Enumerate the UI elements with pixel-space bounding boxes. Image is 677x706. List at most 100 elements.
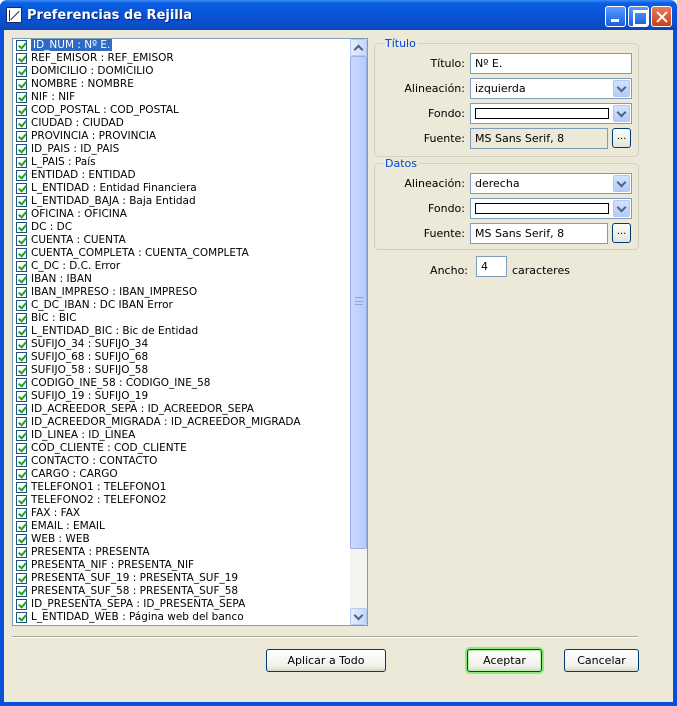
close-button[interactable] [651,6,672,27]
checkbox-checked-icon[interactable] [16,170,27,181]
checkbox-checked-icon[interactable] [16,599,27,610]
titulo-fuente-browse-button[interactable]: ... [612,128,631,148]
list-item[interactable]: TELEFONO2 : TELEFONO2 [13,494,350,507]
checkbox-checked-icon[interactable] [16,365,27,376]
list-item[interactable]: L_ENTIDAD : Entidad Financiera [13,182,350,195]
list-item[interactable]: TELEFONO1 : TELEFONO1 [13,481,350,494]
checkbox-checked-icon[interactable] [16,66,27,77]
list-item[interactable]: PRESENTA_SUF_58 : PRESENTA_SUF_58 [13,585,350,598]
list-item[interactable]: ID_PRESENTA_SEPA : ID_PRESENTA_SEPA [13,598,350,611]
list-item[interactable]: OFICINA : OFICINA [13,208,350,221]
list-item[interactable]: PRESENTA : PRESENTA [13,546,350,559]
list-item[interactable]: PRESENTA_SUF_19 : PRESENTA_SUF_19 [13,572,350,585]
list-item[interactable]: NIF : NIF [13,91,350,104]
list-item[interactable]: FAX : FAX [13,507,350,520]
list-item[interactable]: REF_EMISOR : REF_EMISOR [13,52,350,65]
list-item[interactable]: IBAN_IMPRESO : IBAN_IMPRESO [13,286,350,299]
minimize-button[interactable] [605,6,626,27]
checkbox-checked-icon[interactable] [16,560,27,571]
list-item[interactable]: SUFIJO_68 : SUFIJO_68 [13,351,350,364]
checkbox-checked-icon[interactable] [16,92,27,103]
checkbox-checked-icon[interactable] [16,495,27,506]
scroll-thumb[interactable] [350,56,367,549]
list-item[interactable]: IBAN : IBAN [13,273,350,286]
checkbox-checked-icon[interactable] [16,300,27,311]
chevron-down-icon[interactable] [613,105,630,122]
checkbox-checked-icon[interactable] [16,547,27,558]
checkbox-checked-icon[interactable] [16,469,27,480]
list-item[interactable]: DC : DC [13,221,350,234]
list-item[interactable]: ENTIDAD : ENTIDAD [13,169,350,182]
checkbox-checked-icon[interactable] [16,339,27,350]
list-item[interactable]: L_PAIS : País [13,156,350,169]
list-item[interactable]: ID_ACREEDOR_SEPA : ID_ACREEDOR_SEPA [13,403,350,416]
chevron-down-icon[interactable] [613,80,630,97]
checkbox-checked-icon[interactable] [16,248,27,259]
cancel-button[interactable]: Cancelar [564,649,639,672]
maximize-button[interactable] [628,6,649,27]
checkbox-checked-icon[interactable] [16,404,27,415]
list-item[interactable]: ID_NUM : Nº E. [13,39,350,52]
checkbox-checked-icon[interactable] [16,196,27,207]
checkbox-checked-icon[interactable] [16,391,27,402]
checkbox-checked-icon[interactable] [16,573,27,584]
checkbox-checked-icon[interactable] [16,183,27,194]
datos-fuente-browse-button[interactable]: ... [612,223,631,243]
chevron-down-icon[interactable] [613,175,630,192]
list-item[interactable]: CARGO : CARGO [13,468,350,481]
list-item[interactable]: EMAIL : EMAIL [13,520,350,533]
checkbox-checked-icon[interactable] [16,534,27,545]
list-item[interactable]: SUFIJO_34 : SUFIJO_34 [13,338,350,351]
checkbox-checked-icon[interactable] [16,157,27,168]
list-item[interactable]: CIUDAD : CIUDAD [13,117,350,130]
list-item[interactable]: NOMBRE : NOMBRE [13,78,350,91]
checkbox-checked-icon[interactable] [16,131,27,142]
checkbox-checked-icon[interactable] [16,40,27,51]
titulo-alineacion-select[interactable]: izquierda [470,78,632,99]
checkbox-checked-icon[interactable] [16,261,27,272]
checkbox-checked-icon[interactable] [16,313,27,324]
title-bar[interactable]: Preferencias de Rejilla [0,0,677,30]
list-item[interactable]: WEB : WEB [13,533,350,546]
checkbox-checked-icon[interactable] [16,378,27,389]
apply-all-button[interactable]: Aplicar a Todo [266,649,386,672]
checkbox-checked-icon[interactable] [16,222,27,233]
list-item[interactable]: C_DC_IBAN : DC IBAN Error [13,299,350,312]
checkbox-checked-icon[interactable] [16,352,27,363]
checkbox-checked-icon[interactable] [16,482,27,493]
list-item[interactable]: CUENTA : CUENTA [13,234,350,247]
datos-alineacion-select[interactable]: derecha [470,173,632,194]
list-item[interactable]: L_ENTIDAD_WEB : Página web del banco [13,611,350,624]
list-item[interactable]: PROVINCIA : PROVINCIA [13,130,350,143]
checkbox-checked-icon[interactable] [16,456,27,467]
checkbox-checked-icon[interactable] [16,521,27,532]
checkbox-checked-icon[interactable] [16,274,27,285]
checkbox-checked-icon[interactable] [16,430,27,441]
datos-fondo-color-select[interactable] [470,198,632,219]
checkbox-checked-icon[interactable] [16,586,27,597]
scroll-up-arrow-icon[interactable] [350,39,367,56]
list-item[interactable]: ID_LINEA : ID_LINEA [13,429,350,442]
list-item[interactable]: L_ENTIDAD_BIC : Bic de Entidad [13,325,350,338]
list-item[interactable]: L_ENTIDAD_BAJA : Baja Entidad [13,195,350,208]
scroll-down-arrow-icon[interactable] [350,608,367,625]
checkbox-checked-icon[interactable] [16,79,27,90]
titulo-input[interactable]: Nº E. [470,53,632,74]
checkbox-checked-icon[interactable] [16,612,27,623]
list-item[interactable]: DOMICILIO : DOMICILIO [13,65,350,78]
list-item[interactable]: SUFIJO_58 : SUFIJO_58 [13,364,350,377]
list-item[interactable]: SUFIJO_19 : SUFIJO_19 [13,390,350,403]
list-item[interactable]: COD_CLIENTE : COD_CLIENTE [13,442,350,455]
checkbox-checked-icon[interactable] [16,326,27,337]
ancho-input[interactable]: 4 [476,256,507,277]
list-item[interactable]: CONTACTO : CONTACTO [13,455,350,468]
list-item[interactable]: CODIGO_INE_58 : CODIGO_INE_58 [13,377,350,390]
list-item[interactable]: PRESENTA_NIF : PRESENTA_NIF [13,559,350,572]
list-item[interactable]: ID_ACREEDOR_MIGRADA : ID_ACREEDOR_MIGRAD… [13,416,350,429]
column-list[interactable]: ID_NUM : Nº E. REF_EMISOR : REF_EMISOR DOM… [12,38,368,626]
checkbox-checked-icon[interactable] [16,118,27,129]
vertical-scrollbar[interactable] [350,39,367,625]
checkbox-checked-icon[interactable] [16,144,27,155]
accept-button[interactable]: Aceptar [467,649,542,672]
checkbox-checked-icon[interactable] [16,235,27,246]
